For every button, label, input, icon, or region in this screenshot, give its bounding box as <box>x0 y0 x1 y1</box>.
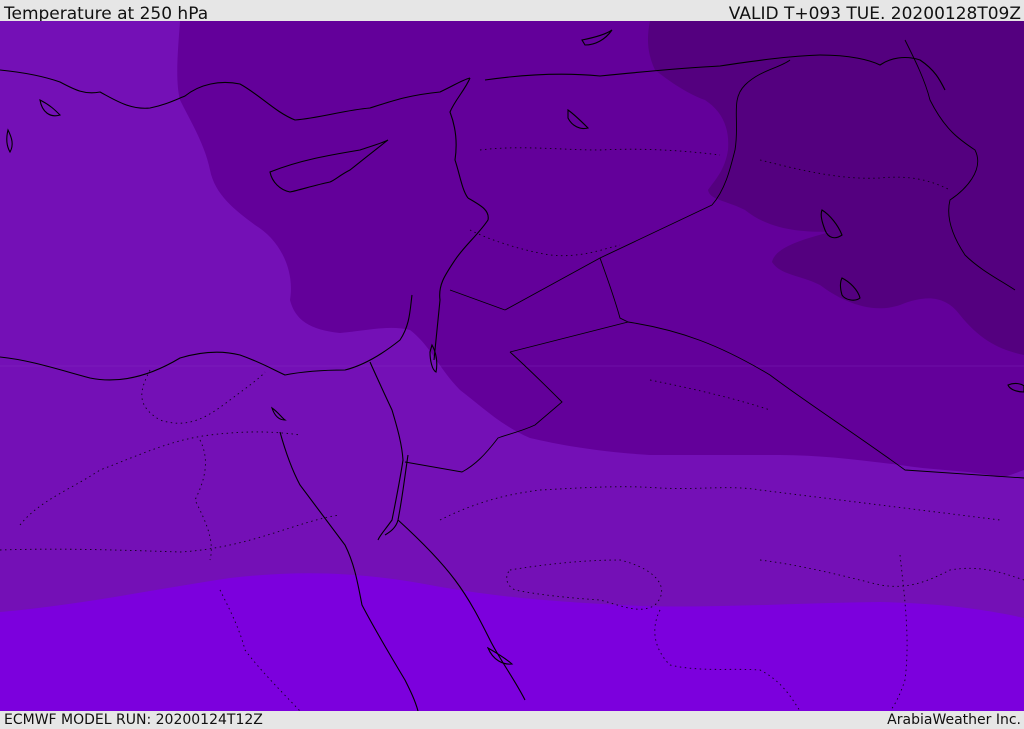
header-bar: Temperature at 250 hPa VALID T+093 TUE. … <box>0 0 1024 24</box>
footer-bar: ECMWF MODEL RUN: 20200124T12Z ArabiaWeat… <box>0 711 1024 729</box>
map-canvas <box>0 21 1024 711</box>
credit-label: ArabiaWeather Inc. <box>887 712 1021 728</box>
model-run-label: ECMWF MODEL RUN: 20200124T12Z <box>4 712 263 728</box>
temperature-map[interactable] <box>0 21 1024 711</box>
